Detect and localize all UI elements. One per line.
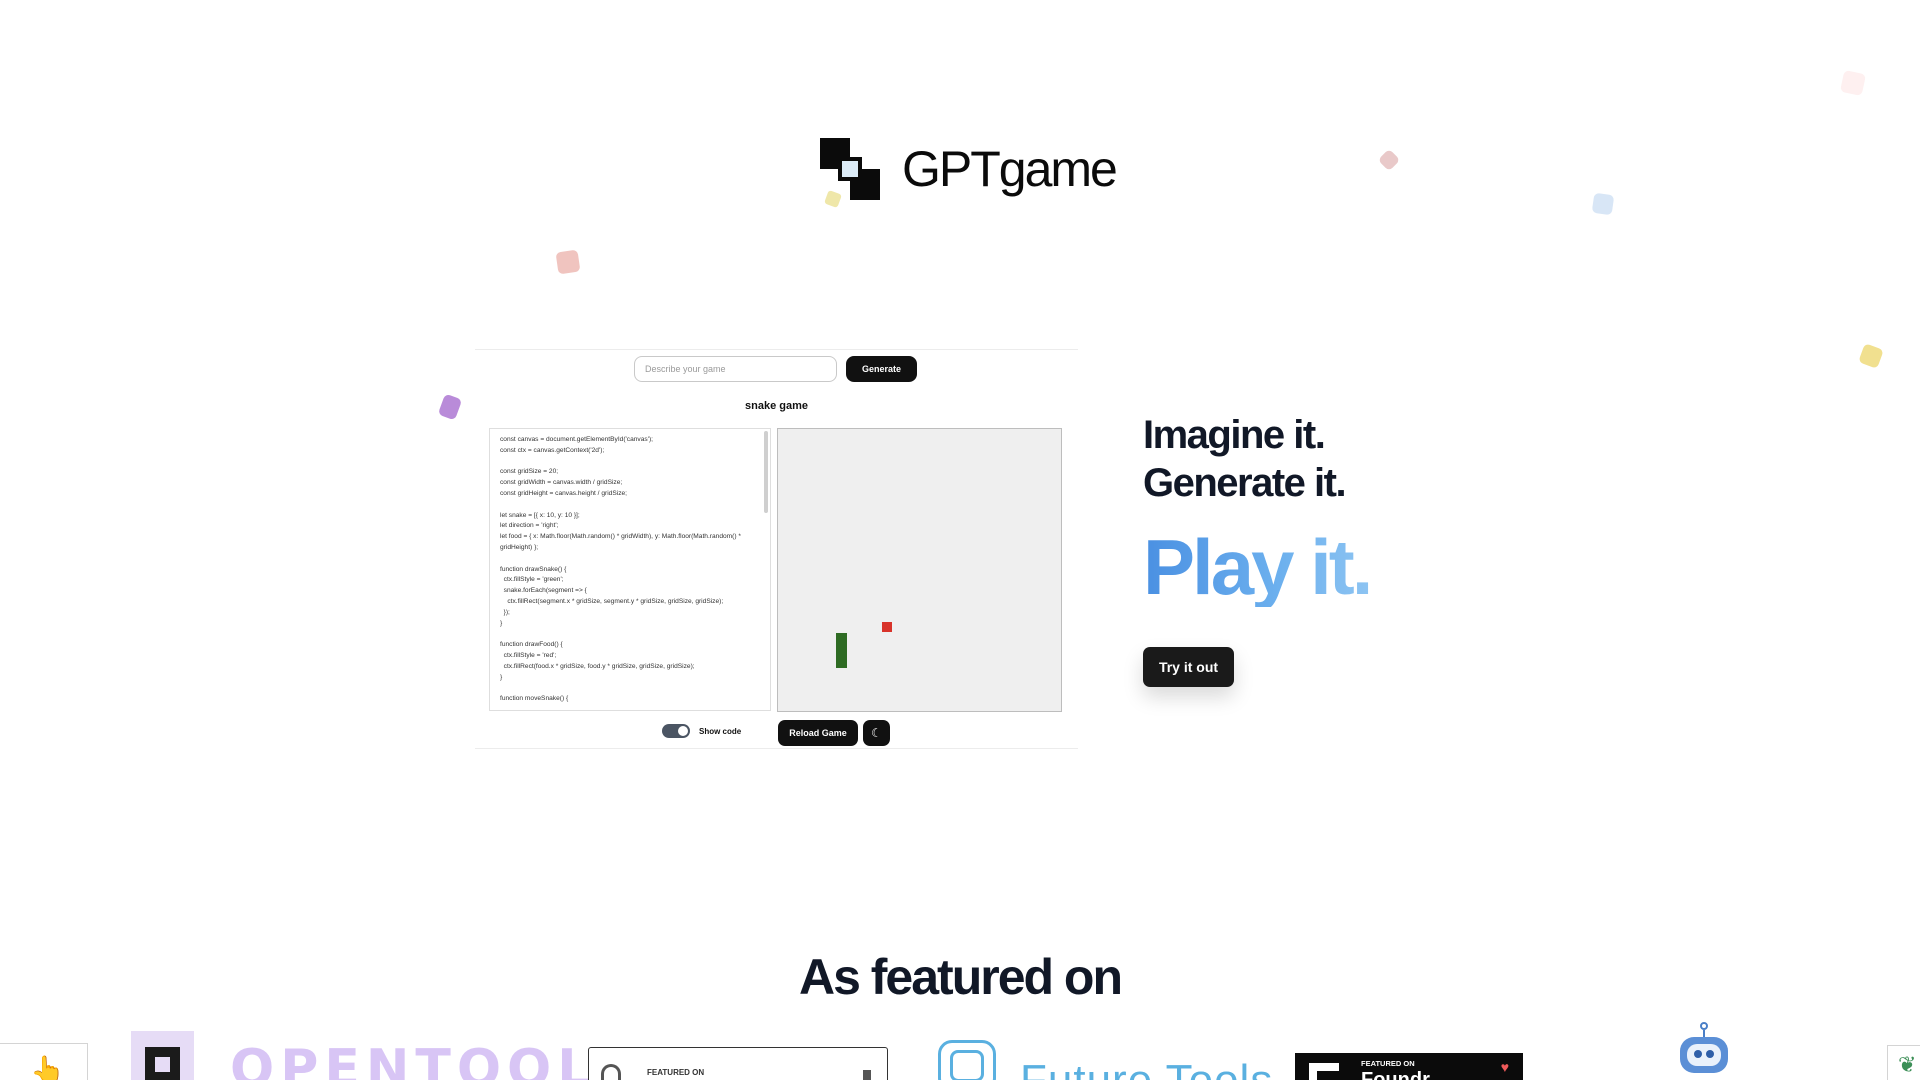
code-line: function drawFood() {: [500, 641, 563, 649]
game-canvas[interactable]: [777, 428, 1062, 712]
opentool-wordmark: OPENTOOL: [230, 1039, 597, 1080]
featured-on-label: FEATURED ON: [647, 1068, 705, 1077]
heart-icon: ♥: [1500, 1059, 1509, 1075]
code-line: let food = { x: Math.floor(Math.random()…: [500, 533, 741, 541]
code-line: function drawSnake() {: [500, 565, 567, 573]
code-line: }: [500, 619, 503, 627]
featured-heading: As featured on: [798, 949, 1123, 1005]
code-line: function moveSnake() {: [500, 695, 569, 703]
featured-logo-robot[interactable]: [1674, 1022, 1734, 1080]
hexagon-icon: [928, 1036, 1006, 1080]
foundr-wordmark: Foundr: [1361, 1069, 1430, 1080]
bar-icon: [863, 1070, 871, 1080]
code-line: snake.forEach(segment => {: [500, 587, 587, 595]
code-line: let snake = [{ x: 10, y: 10 }];: [500, 511, 580, 519]
foundr-featured-label: FEATURED ON: [1361, 1059, 1415, 1068]
confetti-square: [437, 393, 463, 421]
code-line: }: [500, 673, 503, 681]
featured-logo-opentool[interactable]: OPENTOOL: [131, 1031, 596, 1080]
game-title: snake game: [745, 400, 808, 412]
code-editor[interactable]: const canvas = document.getElementById('…: [489, 428, 771, 711]
featured-logo-hand[interactable]: 👆: [0, 1043, 88, 1080]
code-line: ctx.fillStyle = 'green';: [500, 576, 564, 584]
tagline-generate: Generate it.: [1143, 461, 1347, 505]
code-line: gridHeight) };: [500, 543, 539, 551]
confetti-square: [1591, 192, 1615, 216]
moon-icon[interactable]: ☾: [863, 720, 890, 746]
reload-game-button[interactable]: Reload Game: [778, 720, 858, 746]
opentool-mark-icon: [131, 1031, 194, 1080]
code-line: ctx.fillRect(food.x * gridSize, food.y *…: [500, 662, 695, 670]
tagline-imagine: Imagine it.: [1143, 413, 1326, 457]
landing-page: GPTgame Describe your game Generate snak…: [0, 0, 1920, 1080]
featured-logo-featuredon[interactable]: FEATURED ON: [588, 1047, 888, 1080]
code-line: const gridSize = 20;: [500, 468, 559, 476]
code-line: const gridHeight = canvas.height / gridS…: [500, 489, 628, 497]
leaf-icon: ❦: [1898, 1052, 1917, 1077]
generate-button[interactable]: Generate: [846, 356, 917, 382]
code-line: const gridWidth = canvas.width / gridSiz…: [500, 479, 623, 487]
featured-logo-futuretools[interactable]: Future Tools: [928, 1036, 1273, 1080]
show-code-label: Show code: [699, 727, 742, 736]
pointing-hand-icon: 👆: [30, 1055, 65, 1080]
try-it-out-button[interactable]: Try it out: [1143, 647, 1234, 687]
tagline-play: Play it.: [1143, 523, 1373, 611]
arch-icon: [601, 1064, 621, 1080]
code-scrollbar[interactable]: [764, 431, 768, 513]
code-line: const ctx = canvas.getContext('2d');: [500, 446, 605, 454]
code-line: ctx.fillStyle = 'red';: [500, 651, 557, 659]
logo-mark-icon: [820, 138, 880, 200]
show-code-toggle[interactable]: [662, 724, 690, 738]
brand-logo[interactable]: GPTgame: [820, 138, 1118, 200]
code-line: });: [500, 608, 510, 616]
snake-food: [882, 622, 892, 632]
robot-antenna: [1700, 1022, 1708, 1030]
demo-preview: Describe your game Generate snake game c…: [475, 349, 1078, 749]
featured-logo-foundr[interactable]: FEATURED ON Foundr ♥: [1295, 1053, 1523, 1080]
confetti-square: [1377, 148, 1401, 172]
code-lines: const canvas = document.getElementById('…: [500, 435, 760, 705]
confetti-square: [555, 249, 581, 275]
futuretools-wordmark: Future Tools: [1020, 1056, 1273, 1080]
featured-logo-edge[interactable]: ❦: [1887, 1045, 1920, 1080]
confetti-square: [1839, 69, 1867, 97]
brand-name: GPTgame: [902, 141, 1118, 197]
foundr-mark-icon: [1309, 1063, 1339, 1080]
code-line: let direction = 'right';: [500, 522, 559, 530]
code-line: ctx.fillRect(segment.x * gridSize, segme…: [500, 597, 724, 605]
hero-tagline: Imagine it. Generate it. Play it.: [1143, 411, 1373, 611]
snake-body: [836, 633, 847, 668]
code-line: const canvas = document.getElementById('…: [500, 436, 653, 443]
confetti-square: [1858, 343, 1884, 369]
describe-game-input[interactable]: Describe your game: [634, 356, 837, 382]
